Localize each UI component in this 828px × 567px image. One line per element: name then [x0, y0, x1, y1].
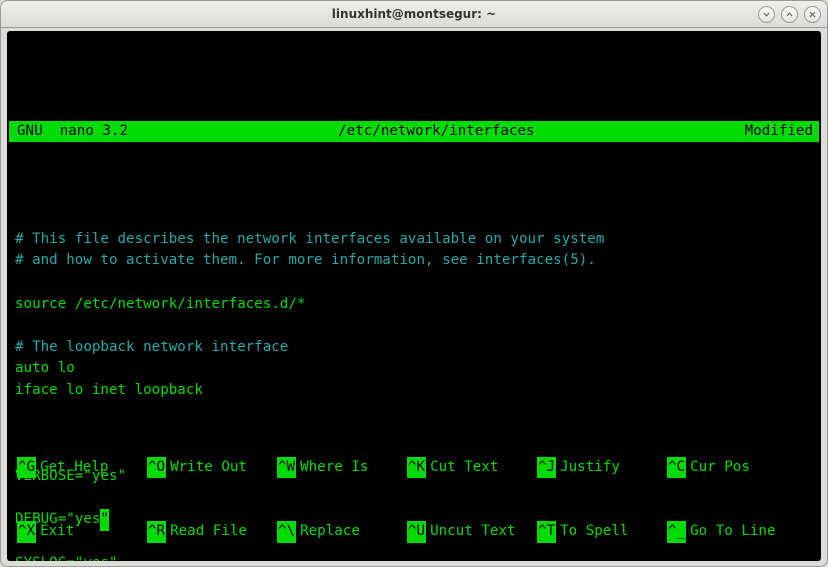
- shortcut-item[interactable]: ^WWhere Is: [277, 457, 407, 479]
- shortcut-item[interactable]: ^UUncut Text: [407, 521, 537, 543]
- shortcut-row-2: ^XExit^RRead File^\Replace^UUncut Text^T…: [17, 521, 821, 543]
- shortcut-key: ^O: [147, 457, 166, 479]
- shortcut-key: ^G: [17, 457, 36, 479]
- shortcut-item[interactable]: ^KCut Text: [407, 457, 537, 479]
- terminal-viewport[interactable]: GNU nano 3.2 /etc/network/interfaces Mod…: [7, 31, 821, 561]
- shortcut-label: Where Is: [296, 457, 368, 479]
- editor-line: # This file describes the network interf…: [15, 229, 819, 251]
- shortcut-item[interactable]: ^XExit: [17, 521, 147, 543]
- editor-line: auto lo: [15, 358, 819, 380]
- shortcut-item[interactable]: ^OWrite Out: [147, 457, 277, 479]
- shortcut-label: Cur Pos: [686, 457, 750, 479]
- shortcut-key: ^_: [667, 521, 686, 543]
- shortcut-row-1: ^GGet Help^OWrite Out^WWhere Is^KCut Tex…: [17, 457, 821, 479]
- shortcut-key: ^J: [537, 457, 556, 479]
- shortcut-label: Write Out: [166, 457, 247, 479]
- shortcut-label: Replace: [296, 521, 360, 543]
- shortcut-label: Read File: [166, 521, 247, 543]
- shortcut-key: ^K: [407, 457, 426, 479]
- editor-line: [15, 272, 819, 294]
- editor-line: # The loopback network interface: [15, 337, 819, 359]
- shortcut-key: ^W: [277, 457, 296, 479]
- shortcut-item[interactable]: ^CCur Pos: [667, 457, 797, 479]
- shortcut-item[interactable]: ^JJustify: [537, 457, 667, 479]
- shortcut-label: Go To Line: [686, 521, 775, 543]
- close-button[interactable]: [804, 6, 821, 23]
- editor-line: [15, 315, 819, 337]
- editor-line: iface lo inet loopback: [15, 380, 819, 402]
- terminal-window: linuxhint@montsegur: ~ GNU nano 3.2 /etc…: [0, 0, 828, 567]
- titlebar[interactable]: linuxhint@montsegur: ~: [1, 1, 827, 28]
- nano-filename: /etc/network/interfaces: [128, 121, 745, 142]
- editor-line: source /etc/network/interfaces.d/*: [15, 294, 819, 316]
- shortcut-label: Get Help: [36, 457, 108, 479]
- shortcut-label: Uncut Text: [426, 521, 515, 543]
- shortcut-key: ^T: [537, 521, 556, 543]
- window-controls: [758, 6, 821, 23]
- shortcut-item[interactable]: ^\Replace: [277, 521, 407, 543]
- maximize-button[interactable]: [781, 6, 798, 23]
- nano-status: Modified: [745, 121, 819, 142]
- shortcut-item[interactable]: ^GGet Help: [17, 457, 147, 479]
- minimize-button[interactable]: [758, 6, 775, 23]
- shortcut-label: To Spell: [556, 521, 628, 543]
- nano-header-bar: GNU nano 3.2 /etc/network/interfaces Mod…: [9, 121, 819, 142]
- nano-version: GNU nano 3.2: [9, 121, 128, 142]
- shortcut-label: Cut Text: [426, 457, 498, 479]
- shortcut-key: ^U: [407, 521, 426, 543]
- window-title: linuxhint@montsegur: ~: [332, 7, 496, 21]
- shortcut-bar: ^GGet Help^OWrite Out^WWhere Is^KCut Tex…: [17, 413, 821, 561]
- shortcut-key: ^\: [277, 521, 296, 543]
- shortcut-label: Justify: [556, 457, 620, 479]
- shortcut-item[interactable]: ^RRead File: [147, 521, 277, 543]
- shortcut-key: ^R: [147, 521, 166, 543]
- shortcut-item[interactable]: ^_Go To Line: [667, 521, 797, 543]
- shortcut-key: ^C: [667, 457, 686, 479]
- editor-line: # and how to activate them. For more inf…: [15, 250, 819, 272]
- shortcut-key: ^X: [17, 521, 36, 543]
- shortcut-item[interactable]: ^TTo Spell: [537, 521, 667, 543]
- shortcut-label: Exit: [36, 521, 74, 543]
- editor-line: [15, 207, 819, 229]
